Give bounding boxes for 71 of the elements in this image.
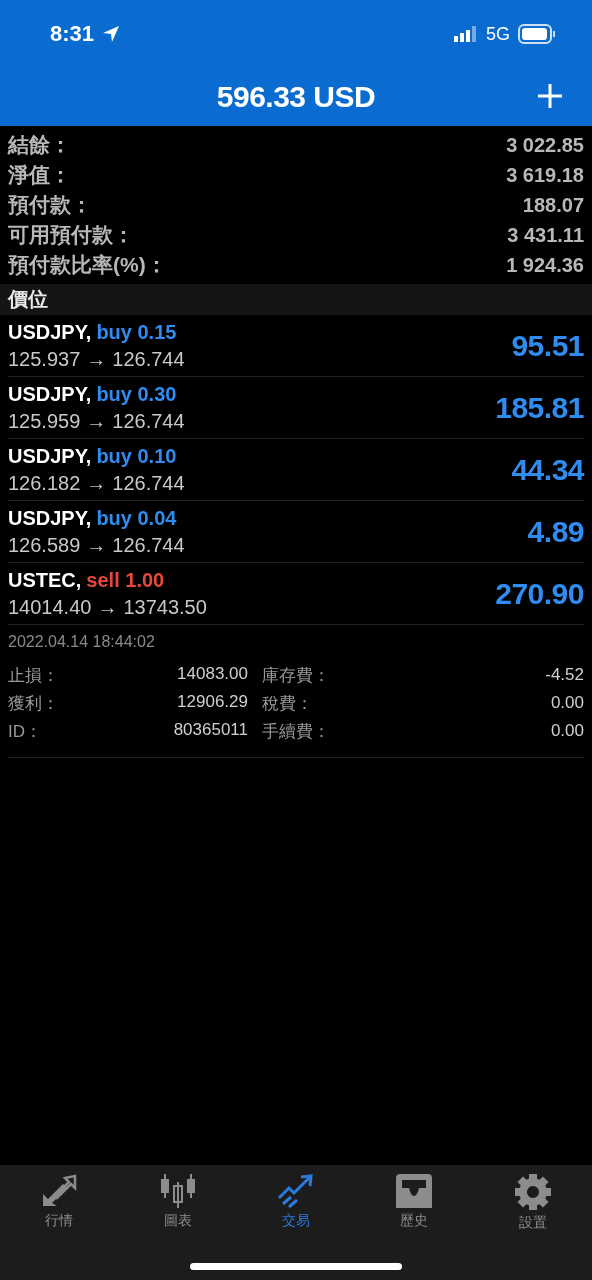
- arrow-glyph: →: [86, 471, 107, 495]
- tab-item[interactable]: 行情: [0, 1173, 119, 1237]
- open-time: 2022.04.14 18:44:02: [8, 633, 156, 651]
- order-type: buy 0.30: [96, 382, 177, 406]
- location-arrow-icon: [102, 25, 121, 43]
- position-symbol: USDJPY,: [8, 320, 92, 344]
- trend-arrow-icon: [277, 1174, 315, 1208]
- detail-label: 手續費：: [262, 720, 331, 743]
- arrow-glyph: →: [86, 533, 107, 557]
- position-profit: 4.89: [527, 514, 584, 549]
- position-symbol: USDJPY,: [8, 382, 92, 406]
- position-profit: 95.51: [511, 328, 584, 363]
- battery-icon: [518, 24, 556, 44]
- position-profit: 185.81: [495, 390, 584, 425]
- detail-value: 14083.00: [177, 663, 248, 685]
- summary-label: 結餘：: [8, 132, 71, 158]
- detail-value: 80365011: [173, 719, 248, 741]
- signal-icon: [454, 26, 478, 42]
- detail-label: ID：: [8, 720, 42, 743]
- settings-icon: [514, 1174, 551, 1210]
- position-profit: 44.34: [511, 452, 584, 487]
- summary-value: 3 022.85: [506, 133, 584, 157]
- detail-value: 12906.29: [177, 691, 248, 713]
- current-price: 126.744: [112, 409, 185, 433]
- network-label: 5G: [486, 23, 510, 45]
- open-price: 126.182: [8, 471, 81, 495]
- status-time: 8:31: [50, 21, 95, 47]
- position-symbol: USDJPY,: [8, 444, 92, 468]
- summary-label: 淨值：: [8, 162, 71, 188]
- open-price: 125.959: [8, 409, 81, 433]
- open-price: 125.937: [8, 347, 81, 371]
- current-price: 126.744: [112, 347, 185, 371]
- order-type: sell 1.00: [86, 568, 165, 592]
- tab-item[interactable]: 設置: [473, 1173, 592, 1237]
- detail-label: 稅費：: [262, 692, 314, 715]
- position-profit: 270.90: [495, 576, 584, 611]
- section-header: 價位: [0, 284, 592, 315]
- candlestick-icon: [158, 1174, 197, 1208]
- current-price: 13743.50: [123, 595, 207, 619]
- open-price: 14014.40: [8, 595, 92, 619]
- arrow-glyph: →: [86, 409, 107, 433]
- add-button[interactable]: [536, 82, 564, 110]
- inbox-tray-icon: [396, 1174, 433, 1208]
- order-type: buy 0.10: [96, 444, 177, 468]
- balance-title: 596.33 USD: [216, 80, 376, 114]
- detail-label: 止損：: [8, 664, 59, 687]
- tab-item[interactable]: 圖表: [118, 1173, 237, 1237]
- detail-label: 庫存費：: [262, 664, 331, 687]
- order-type: buy 0.04: [96, 506, 177, 530]
- arrow-glyph: →: [86, 347, 107, 371]
- position-symbol: USDJPY,: [8, 506, 92, 530]
- detail-value: 0.00: [550, 721, 584, 741]
- summary-value: 3 431.11: [507, 223, 584, 247]
- arrow-glyph: →: [97, 595, 118, 619]
- open-price: 126.589: [8, 533, 81, 557]
- tab-item[interactable]: 交易: [236, 1173, 356, 1237]
- position-symbol: USTEC,: [8, 568, 82, 592]
- detail-value: -4.52: [545, 665, 584, 685]
- summary-label: 預付款比率(%)：: [8, 252, 167, 278]
- tab-item[interactable]: 歷史: [355, 1173, 474, 1237]
- summary-label: 預付款：: [8, 192, 92, 218]
- detail-value: 0.00: [550, 693, 584, 713]
- summary-value: 3 619.18: [506, 163, 584, 187]
- summary-label: 可用預付款：: [8, 222, 134, 248]
- detail-label: 獲利：: [8, 692, 59, 715]
- diagonal-arrows-icon: [41, 1174, 78, 1208]
- order-type: buy 0.15: [96, 320, 177, 344]
- current-price: 126.744: [112, 533, 185, 557]
- summary-value: 1 924.36: [506, 253, 584, 277]
- summary-value: 188.07: [522, 193, 584, 217]
- current-price: 126.744: [112, 471, 185, 495]
